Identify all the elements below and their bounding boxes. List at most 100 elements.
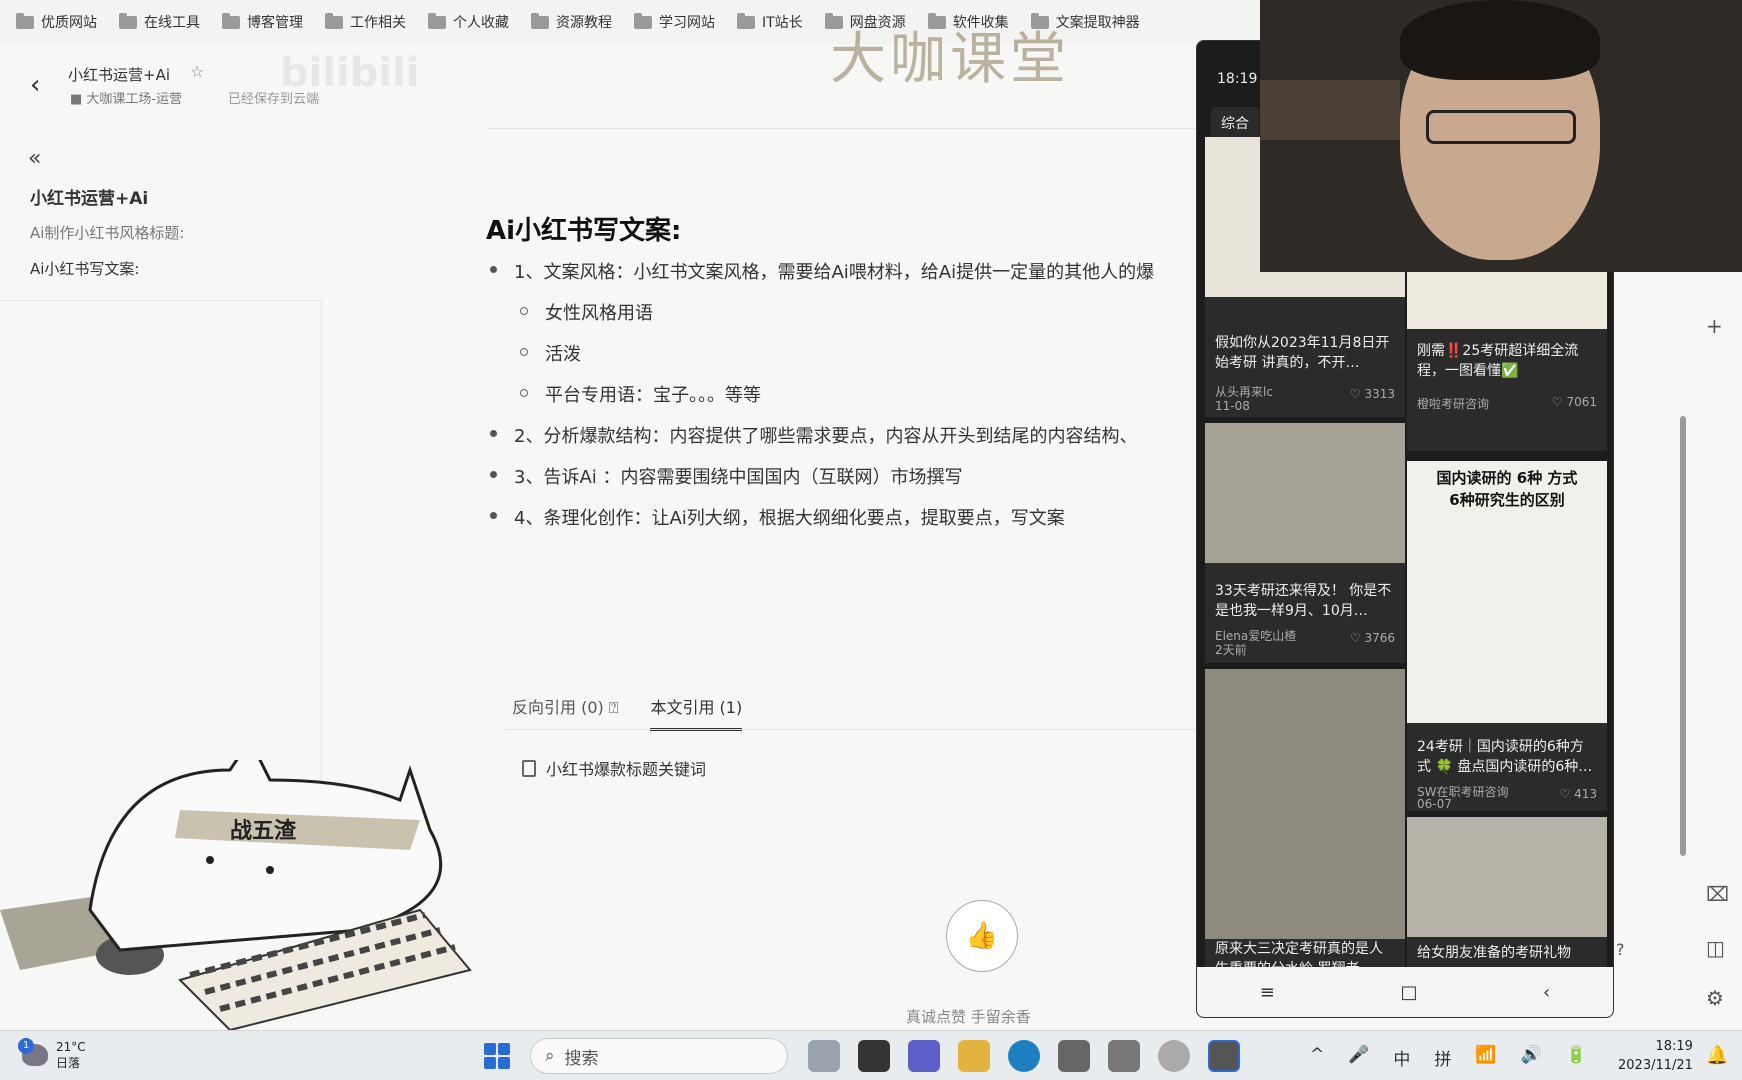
document-title[interactable]: 小红书运营+Ai <box>68 64 170 85</box>
notepad-icon[interactable] <box>1108 1040 1140 1072</box>
reference-tabs: 反向引用 (0) ⍰ 本文引用 (1) <box>512 694 743 731</box>
taskbar-search[interactable]: ⌕ 搜索 <box>530 1038 788 1074</box>
phone-link-icon[interactable] <box>1208 1040 1240 1072</box>
microphone-icon[interactable]: 🎤 <box>1348 1045 1369 1070</box>
poster-title-line: 6种研究生的区别 <box>1449 491 1565 509</box>
bookmark-label: 学习网站 <box>659 15 715 31</box>
note-thumbnail <box>1407 271 1607 329</box>
bookmark-label: 博客管理 <box>247 15 303 31</box>
settings-gear-icon[interactable]: ⚙ <box>1706 986 1724 1010</box>
note-likes[interactable]: ♡ 3313 <box>1350 387 1395 401</box>
tab-current-references[interactable]: 本文引用 (1) <box>650 694 743 731</box>
file-explorer-icon[interactable] <box>958 1040 990 1072</box>
tab-backlinks[interactable]: 反向引用 (0) ⍰ <box>512 694 618 731</box>
like-caption: 真诚点赞 手留余香 <box>906 1008 1031 1026</box>
back-button[interactable]: ‹ <box>30 70 40 100</box>
reference-link[interactable]: 小红书爆款标题关键词 <box>522 756 706 780</box>
tray-overflow-icon[interactable]: ^ <box>1310 1045 1324 1070</box>
app-icon[interactable] <box>858 1040 890 1072</box>
note-likes[interactable]: ♡ 7061 <box>1552 395 1597 409</box>
ime-mode[interactable]: 拼 <box>1434 1045 1451 1070</box>
bookmark-folder[interactable]: 个人收藏 <box>428 12 509 32</box>
bookmark-label: 在线工具 <box>144 15 200 31</box>
note-card[interactable]: 原来大三决定考研真的是人生重要的分水岭 罗翔老… <box>1205 669 1405 969</box>
sub-bullet-text: 活泼 <box>545 344 581 365</box>
bookmark-folder[interactable]: 资源教程 <box>531 12 612 32</box>
bookmark-folder[interactable]: 工作相关 <box>325 12 406 32</box>
wifi-icon[interactable]: 📶 <box>1475 1045 1496 1070</box>
battery-icon[interactable]: 🔋 <box>1566 1045 1587 1070</box>
note-likes[interactable]: ♡ 413 <box>1560 787 1597 801</box>
document-path[interactable]: ■ 大咖课工场-运营 <box>70 88 182 107</box>
presenter-glasses <box>1426 110 1576 144</box>
menu-icon[interactable]: ≡ <box>1260 982 1275 1003</box>
app-icon[interactable] <box>1158 1040 1190 1072</box>
ime-language[interactable]: 中 <box>1393 1045 1410 1070</box>
folder-icon <box>428 12 446 29</box>
note-caption: 33天考研还来得及！ 你是不是也我一样9月、10月… <box>1215 583 1392 619</box>
note-card[interactable]: 给女朋友准备的考研礼物 <box>1407 817 1607 969</box>
cat-sticker-image: 战五渣 <box>0 760 472 1030</box>
thumbs-up-icon: 👍 <box>965 921 999 951</box>
note-date: 06-07 <box>1417 797 1452 811</box>
headband-text: 战五渣 <box>230 818 297 844</box>
add-icon[interactable]: + <box>1706 314 1723 338</box>
note-caption: 24考研｜国内读研的6种方式 🍀 盘点国内读研的6种… <box>1417 739 1593 775</box>
poster-title: 国内读研的 6种 方式 6种研究生的区别 <box>1407 467 1607 511</box>
home-icon[interactable]: □ <box>1400 982 1417 1003</box>
shrink-icon[interactable]: ⌧ <box>1706 882 1729 906</box>
bullet-text: 3、告诉Ai ：内容需要围绕中国国内（互联网）市场撰写 <box>514 467 963 488</box>
favorite-star-icon[interactable]: ☆ <box>190 62 204 81</box>
sidebar-toggle-icon[interactable]: ◫ <box>1706 936 1725 960</box>
volume-icon[interactable]: 🔊 <box>1521 1045 1542 1070</box>
folder-icon <box>325 12 343 29</box>
back-icon[interactable]: ‹ <box>1543 982 1550 1003</box>
bookmark-folder[interactable]: 在线工具 <box>119 12 200 32</box>
search-placeholder: 搜索 <box>564 1048 599 1069</box>
app-icon[interactable] <box>1058 1040 1090 1072</box>
document-icon <box>522 759 536 777</box>
bookmark-folder[interactable]: 学习网站 <box>634 12 715 32</box>
outline-title[interactable]: 小红书运营+Ai <box>30 184 148 209</box>
bookmark-folder[interactable]: 优质网站 <box>16 12 97 32</box>
note-thumbnail <box>1205 423 1405 563</box>
note-caption: 给女朋友准备的考研礼物 <box>1417 945 1571 961</box>
start-button[interactable] <box>484 1043 510 1069</box>
note-card[interactable]: 国内读研的 6种 方式 6种研究生的区别 24考研｜国内读研的6种方式 🍀 盘点国… <box>1407 461 1607 811</box>
outline-item[interactable]: Ai小红书写文案: <box>30 258 139 279</box>
scrollbar[interactable] <box>1680 416 1686 856</box>
teams-icon[interactable] <box>908 1040 940 1072</box>
note-likes[interactable]: ♡ 3766 <box>1350 631 1395 645</box>
bookmark-label: IT站长 <box>762 15 803 31</box>
folder-icon <box>16 12 34 29</box>
bookmark-folder[interactable]: 博客管理 <box>222 12 303 32</box>
bookmark-label: 工作相关 <box>350 15 406 31</box>
app-icon[interactable] <box>808 1040 840 1072</box>
weather-condition: 日落 <box>56 1056 81 1070</box>
outline-item[interactable]: Ai制作小红书风格标题: <box>30 222 184 243</box>
bullet-dot <box>490 430 497 437</box>
webcam-overlay-image <box>1260 0 1742 272</box>
note-card[interactable]: 刚需‼️25考研超详细全流程，一图看懂✅ 橙啦考研咨询 ♡ 7061 <box>1407 271 1607 451</box>
sub-bullet-ring <box>520 348 528 356</box>
clock[interactable]: 18:19 2023/11/21 <box>1618 1037 1693 1075</box>
clock-date: 2023/11/21 <box>1618 1058 1693 1073</box>
note-caption: 刚需‼️25考研超详细全流程，一图看懂✅ <box>1417 343 1579 379</box>
cat-eye <box>266 866 274 874</box>
tab-general[interactable]: 综合 <box>1211 107 1259 139</box>
note-thumbnail <box>1407 817 1607 937</box>
notification-bell-icon[interactable]: 🔔 <box>1706 1045 1728 1066</box>
collapse-sidebar-icon[interactable]: « <box>28 146 41 171</box>
weather-widget[interactable]: 1 21°C 日落 <box>18 1038 86 1071</box>
note-caption: 原来大三决定考研真的是人生重要的分水岭 罗翔老… <box>1215 939 1395 969</box>
folder-icon <box>531 12 549 29</box>
bullet-dot <box>490 512 497 519</box>
like-button[interactable]: 👍 <box>946 900 1018 972</box>
help-icon[interactable]: ? <box>1616 940 1625 959</box>
edge-browser-icon[interactable] <box>1008 1040 1040 1072</box>
bullet-dot <box>490 266 497 273</box>
bookmark-folder[interactable]: IT站长 <box>737 12 803 32</box>
note-card[interactable]: 33天考研还来得及！ 你是不是也我一样9月、10月… Elena爱吃山楂 2天前… <box>1205 423 1405 663</box>
note-date: 2天前 <box>1215 643 1247 657</box>
bookmark-label: 个人收藏 <box>453 15 509 31</box>
